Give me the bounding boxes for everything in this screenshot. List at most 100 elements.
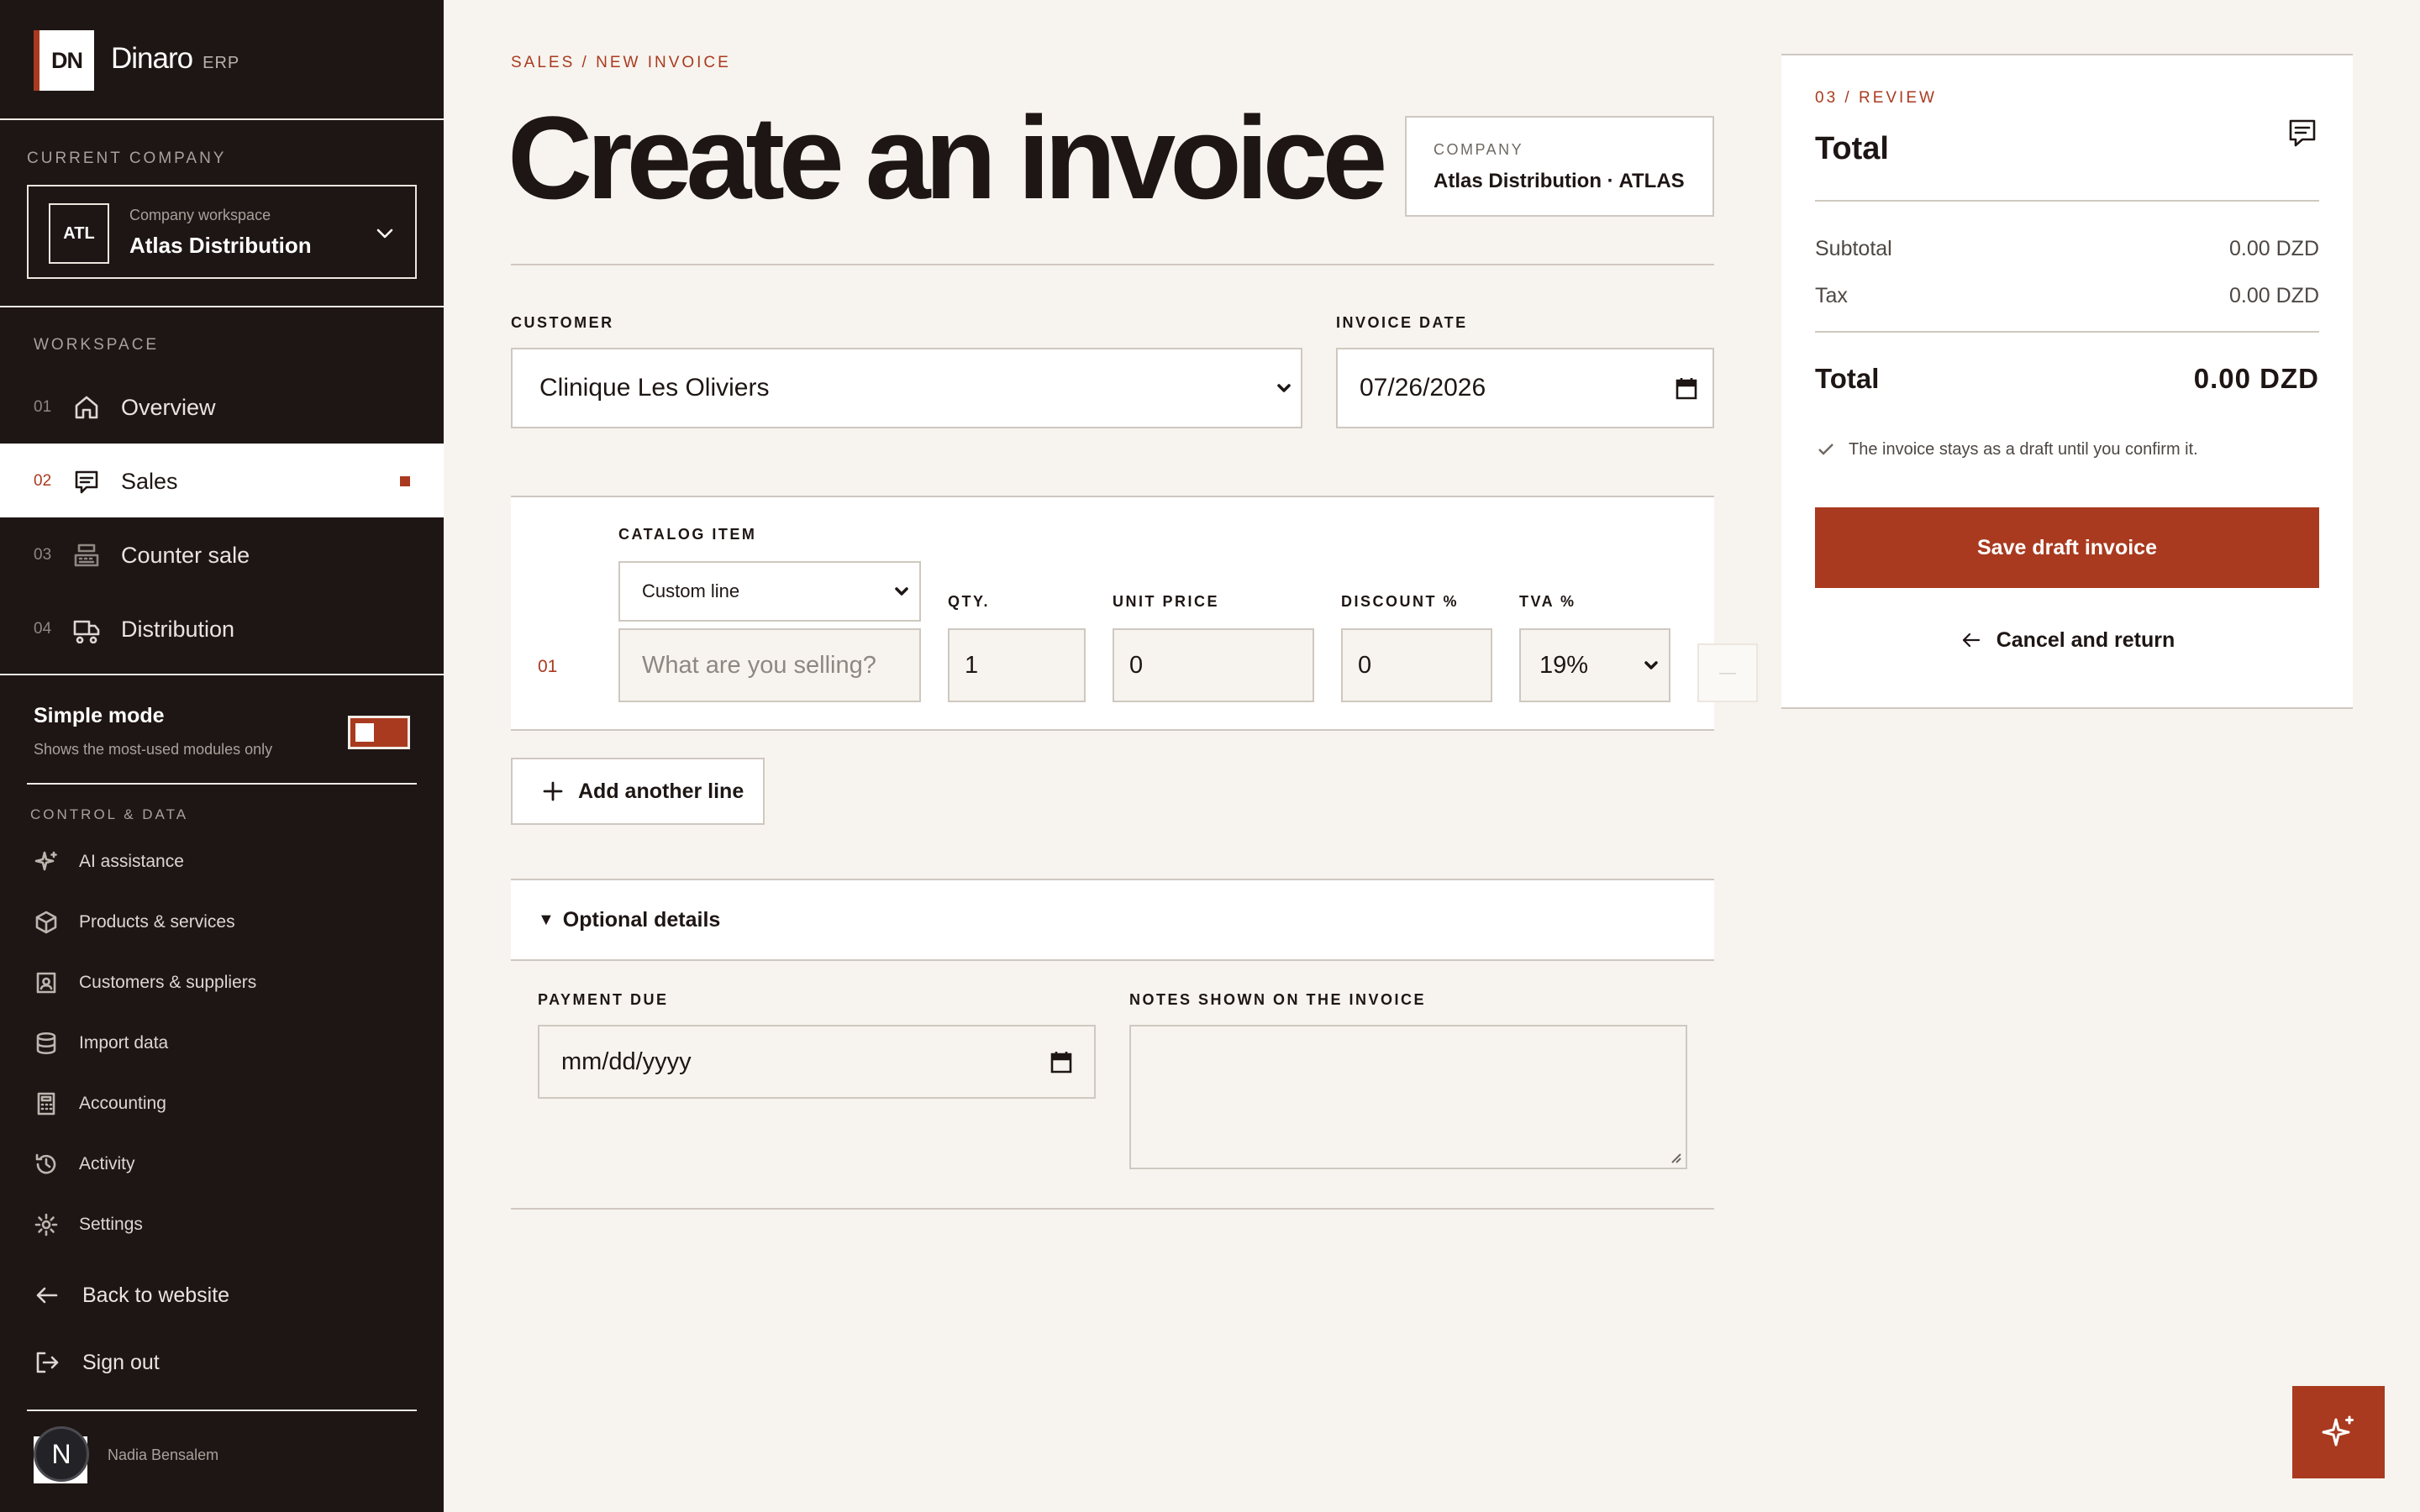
truck-icon xyxy=(73,620,100,643)
menu-settings[interactable]: Settings xyxy=(34,1208,420,1242)
company-switcher[interactable]: ATL Company workspace Atlas Distribution xyxy=(27,185,417,279)
add-line-label: Add another line xyxy=(578,779,744,803)
company-display-label: COMPANY xyxy=(1434,141,1524,158)
line-items-panel: CATALOG ITEM Custom line 01 What are you… xyxy=(511,496,1758,731)
menu-label: Customers & suppliers xyxy=(79,973,257,992)
simple-mode-title: Simple mode xyxy=(34,704,165,727)
menu-label: Products & services xyxy=(79,912,235,932)
sign-out-button[interactable]: Sign out xyxy=(34,1346,420,1379)
qty-input[interactable]: 1 xyxy=(948,628,1086,702)
total-value: 0.00 DZD xyxy=(2193,363,2319,394)
discount-value: 0 xyxy=(1358,651,1372,679)
calendar-icon xyxy=(1676,378,1697,400)
company-display: COMPANY Atlas Distribution · ATLAS xyxy=(1405,116,1714,217)
review-title: Total xyxy=(1815,131,1889,166)
menu-import-data[interactable]: Import data xyxy=(34,1026,420,1060)
menu-ai-assistance[interactable]: AI assistance xyxy=(34,845,420,879)
invoice-date-value: 07/26/2026 xyxy=(1360,374,1486,402)
catalog-item-value: Custom line xyxy=(642,580,740,601)
chevron-down-icon xyxy=(1644,661,1658,669)
company-name: Atlas Distribution xyxy=(129,233,312,258)
save-draft-button[interactable]: Save draft invoice xyxy=(1815,507,2319,588)
notes-label: NOTES SHOWN ON THE INVOICE xyxy=(1129,991,1427,1008)
brand-logo[interactable]: DN xyxy=(34,30,94,91)
review-card: 03 / REVIEW Total Subtotal 0.00 DZD Tax … xyxy=(1781,54,2353,709)
remove-line-button[interactable]: — xyxy=(1697,643,1758,702)
resize-handle-icon[interactable] xyxy=(1667,1149,1682,1164)
payment-due-input[interactable]: mm/dd/yyyy xyxy=(538,1025,1096,1099)
arrow-left-icon xyxy=(36,1287,58,1304)
remove-line-glyph: — xyxy=(1719,663,1736,682)
add-line-button[interactable]: Add another line xyxy=(511,758,765,825)
page-title: Create an invoice xyxy=(508,92,1387,223)
nav-label: Counter sale xyxy=(121,543,250,568)
cancel-return-link[interactable]: Cancel and return xyxy=(1815,623,2319,657)
menu-products-services[interactable]: Products & services xyxy=(34,906,420,939)
description-placeholder: What are you selling? xyxy=(642,651,876,679)
qty-label: QTY. xyxy=(948,593,991,610)
tva-select[interactable]: 19% xyxy=(1519,628,1670,702)
invoice-date-input[interactable]: 07/26/2026 xyxy=(1336,348,1714,428)
unit-price-input[interactable]: 0 xyxy=(1113,628,1314,702)
ai-assistant-fab[interactable] xyxy=(2292,1386,2385,1478)
simple-mode-toggle[interactable] xyxy=(348,716,410,749)
contact-icon xyxy=(36,972,56,994)
subtotal-label: Subtotal xyxy=(1815,237,1892,260)
chevron-down-icon xyxy=(895,587,908,596)
tva-value: 19% xyxy=(1539,651,1589,679)
menu-label: Import data xyxy=(79,1033,169,1053)
discount-input[interactable]: 0 xyxy=(1341,628,1492,702)
disclosure-triangle-icon: ▼ xyxy=(538,910,555,929)
avatar-initial: N xyxy=(51,1438,71,1469)
calendar-icon xyxy=(1050,1052,1072,1074)
review-divider xyxy=(1815,331,2319,333)
optional-details-summary[interactable]: ▼ Optional details xyxy=(511,880,1714,961)
arrow-left-icon xyxy=(1962,633,1980,648)
menu-activity[interactable]: Activity xyxy=(34,1147,420,1181)
toggle-knob xyxy=(355,723,374,742)
customer-label: CUSTOMER xyxy=(511,314,614,331)
back-label: Back to website xyxy=(82,1283,230,1307)
company-section-label: CURRENT COMPANY xyxy=(27,150,227,167)
line-number: 01 xyxy=(538,657,558,676)
avatar[interactable]: N xyxy=(34,1426,89,1483)
back-to-website-link[interactable]: Back to website xyxy=(34,1278,420,1312)
optional-details-label: Optional details xyxy=(562,907,721,932)
home-icon xyxy=(75,396,98,419)
sparkle-icon xyxy=(34,851,57,871)
notes-textarea[interactable] xyxy=(1129,1025,1687,1169)
sign-out-label: Sign out xyxy=(82,1350,160,1374)
tax-label: Tax xyxy=(1815,284,1848,307)
check-icon xyxy=(1818,444,1833,455)
payment-due-label: PAYMENT DUE xyxy=(538,991,669,1008)
register-icon xyxy=(74,543,99,567)
menu-customers-suppliers[interactable]: Customers & suppliers xyxy=(34,966,420,1000)
brand-name: Dinaro xyxy=(111,42,193,75)
catalog-item-select[interactable]: Custom line xyxy=(618,561,921,622)
menu-label: Settings xyxy=(79,1215,143,1234)
title-divider xyxy=(511,264,1714,265)
qty-value: 1 xyxy=(965,651,979,679)
nav-item-sales[interactable]: 02 Sales xyxy=(0,444,444,517)
nav-number: 04 xyxy=(34,620,52,638)
menu-accounting[interactable]: Accounting xyxy=(34,1087,420,1121)
company-display-value: Atlas Distribution · ATLAS xyxy=(1434,170,1685,192)
nav-item-distribution[interactable]: 04 Distribution xyxy=(0,591,444,665)
customer-select[interactable]: Clinique Les Oliviers xyxy=(511,348,1302,428)
box-icon xyxy=(35,911,57,934)
brand-mark: DN xyxy=(51,47,83,73)
nav-label: Overview xyxy=(121,395,216,420)
plus-icon xyxy=(543,781,563,801)
nav-number: 03 xyxy=(34,546,52,564)
nav-item-overview[interactable]: 01 Overview xyxy=(0,370,444,444)
nav-number: 01 xyxy=(34,398,52,416)
breadcrumb[interactable]: SALES / NEW INVOICE xyxy=(511,54,731,72)
line-description-input[interactable]: What are you selling? xyxy=(618,628,921,702)
simple-mode-subtitle: Shows the most-used modules only xyxy=(34,741,273,758)
menu-label: Accounting xyxy=(79,1094,166,1113)
discount-label: DISCOUNT % xyxy=(1341,593,1460,610)
nav-item-counter-sale[interactable]: 03 Counter sale xyxy=(0,517,444,591)
menu-label: AI assistance xyxy=(79,852,184,871)
subtotal-value: 0.00 DZD xyxy=(2229,237,2319,260)
catalog-item-label: CATALOG ITEM xyxy=(618,526,757,543)
